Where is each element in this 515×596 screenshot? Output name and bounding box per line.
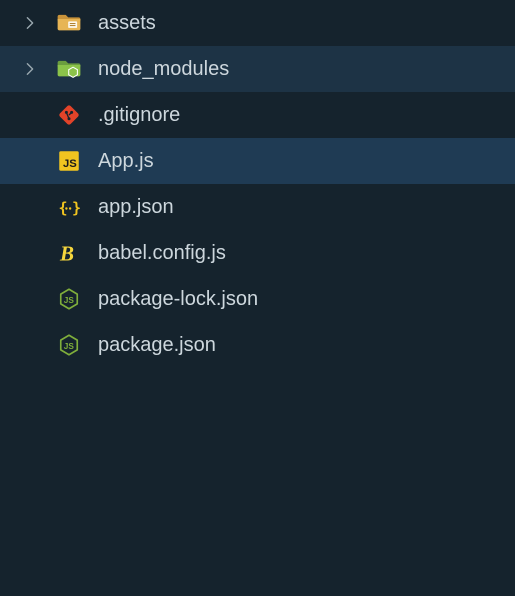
tree-item-label: babel.config.js xyxy=(98,242,226,265)
file-js-icon: JS xyxy=(54,146,84,176)
tree-item-label: .gitignore xyxy=(98,104,180,127)
file-git-icon xyxy=(54,100,84,130)
tree-item-label: assets xyxy=(98,12,156,35)
svg-text:B: B xyxy=(59,242,74,266)
folder-assets-icon xyxy=(54,8,84,38)
file-babel-icon: B xyxy=(54,238,84,268)
tree-item-folder-node-modules[interactable]: node_modules xyxy=(0,46,515,92)
tree-item-file-package-lock[interactable]: JS package-lock.json xyxy=(0,276,515,322)
tree-item-label: app.json xyxy=(98,196,174,219)
chevron-right-icon xyxy=(20,62,40,76)
folder-node-modules-icon xyxy=(54,54,84,84)
tree-item-file-babel-config[interactable]: B babel.config.js xyxy=(0,230,515,276)
tree-item-label: package-lock.json xyxy=(98,288,258,311)
svg-text:JS: JS xyxy=(63,158,77,170)
file-nodejs-icon: JS xyxy=(54,284,84,314)
svg-text:}: } xyxy=(72,199,81,217)
tree-item-file-gitignore[interactable]: .gitignore xyxy=(0,92,515,138)
tree-item-file-package[interactable]: JS package.json xyxy=(0,322,515,368)
tree-item-label: App.js xyxy=(98,150,154,173)
svg-text:JS: JS xyxy=(64,342,75,351)
tree-item-folder-assets[interactable]: assets xyxy=(0,0,515,46)
tree-item-file-app-js[interactable]: JS App.js xyxy=(0,138,515,184)
file-json-icon: { } xyxy=(54,192,84,222)
tree-item-file-app-json[interactable]: { } app.json xyxy=(0,184,515,230)
chevron-right-icon xyxy=(20,16,40,30)
file-tree: assets node_modules xyxy=(0,0,515,596)
tree-item-label: package.json xyxy=(98,334,216,357)
tree-item-label: node_modules xyxy=(98,58,229,81)
svg-text:JS: JS xyxy=(64,296,75,305)
file-nodejs-icon: JS xyxy=(54,330,84,360)
